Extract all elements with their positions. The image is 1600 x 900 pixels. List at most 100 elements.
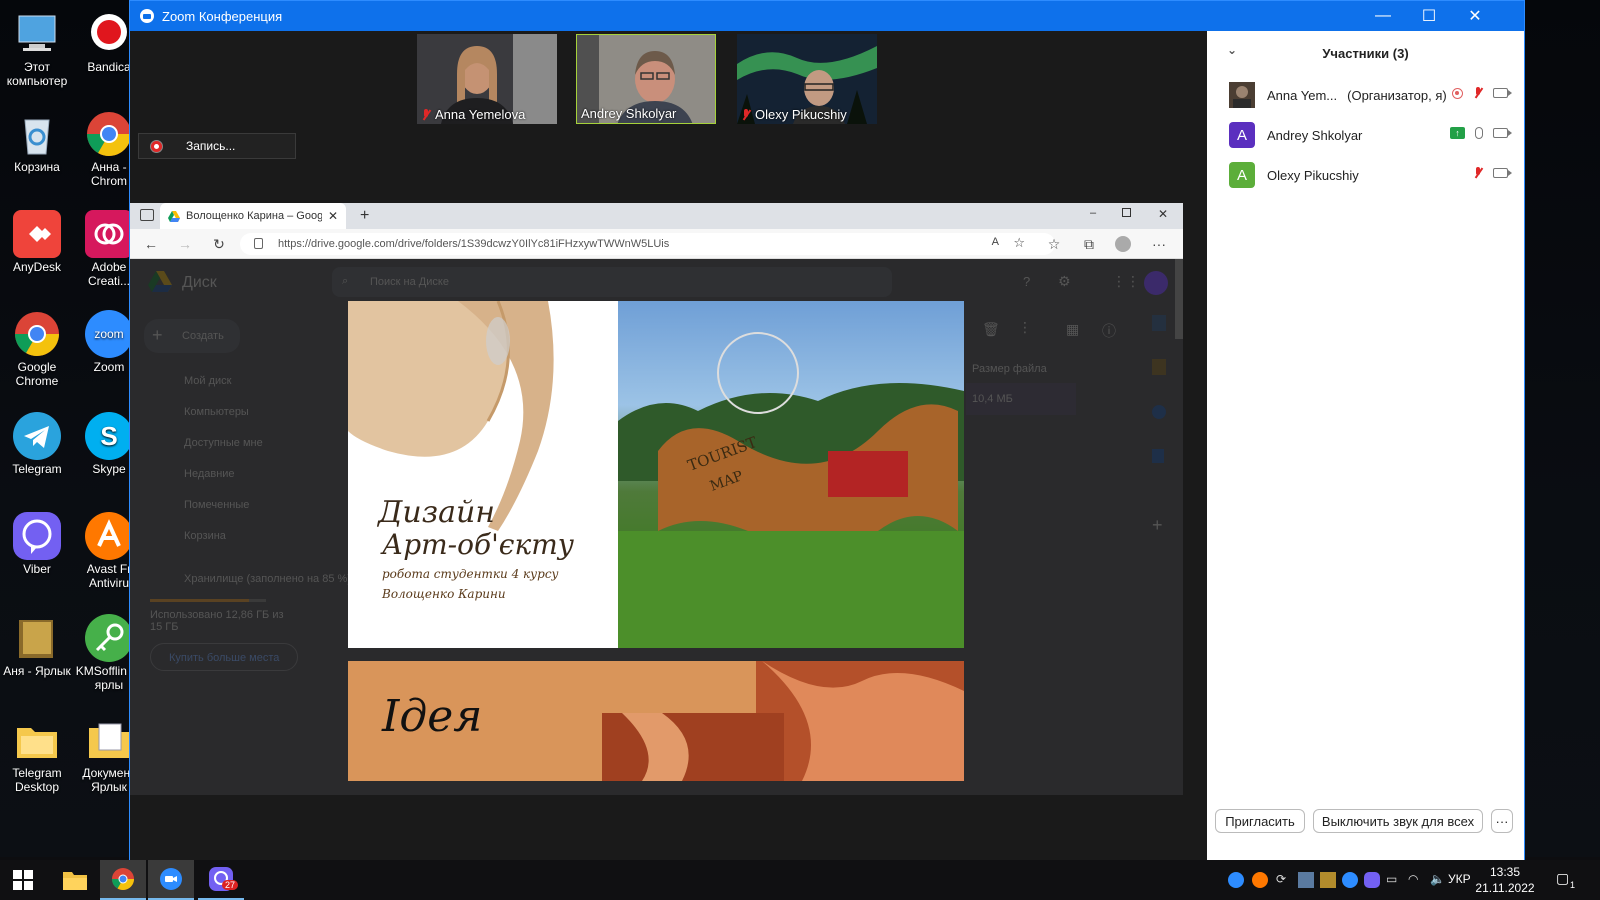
tray-avast-icon[interactable]	[1252, 872, 1268, 888]
buy-storage-button[interactable]: Купить больше места	[150, 643, 298, 671]
nav-my-drive[interactable]: Мой диск	[184, 375, 231, 387]
calendar-side-icon[interactable]	[1152, 315, 1166, 331]
trash-icon[interactable]: 🗑	[982, 321, 1000, 338]
participant-row[interactable]: A Olexy Pikucshiy	[1207, 155, 1524, 195]
drive-app-name: Диск	[182, 274, 217, 291]
desktop-icon-telegram[interactable]: Telegram	[0, 412, 74, 476]
taskbar-viber[interactable]: 27	[198, 860, 244, 900]
avatar: A	[1229, 122, 1255, 148]
new-tab-button[interactable]: +	[360, 207, 369, 225]
selected-file-row[interactable]: 10,4 МБ	[966, 383, 1076, 415]
tray-viber-icon[interactable]	[1364, 872, 1380, 888]
clock[interactable]: 13:35 21.11.2022	[1462, 864, 1548, 896]
battery-icon[interactable]: ▭	[1386, 872, 1402, 888]
participant-row[interactable]: Anna Yem... (Организатор, я)	[1207, 75, 1524, 115]
apps-grid-icon[interactable]: ⋮⋮	[1112, 273, 1140, 290]
forward-icon[interactable]: →	[176, 235, 194, 253]
mute-all-button[interactable]: Выключить звук для всех	[1313, 809, 1483, 833]
tray-app-icon[interactable]	[1298, 872, 1314, 888]
invite-button[interactable]: Пригласить	[1215, 809, 1305, 833]
read-aloud-icon[interactable]: A	[992, 236, 999, 248]
volume-icon[interactable]: 🔈	[1430, 872, 1446, 888]
zoom-title-bar[interactable]: Zoom Конференция — ☐ ✕	[130, 1, 1524, 31]
more-options-button[interactable]: ···	[1491, 809, 1513, 833]
tray-app2-icon[interactable]	[1320, 872, 1336, 888]
nav-shared-with-me[interactable]: Доступные мне	[184, 437, 263, 449]
desktop-icon-telegram-desktop[interactable]: Telegram Desktop	[0, 716, 74, 794]
account-avatar[interactable]	[1144, 271, 1168, 295]
nav-recent[interactable]: Недавние	[184, 468, 235, 480]
contacts-side-icon[interactable]	[1152, 449, 1164, 463]
desktop-icon-anya-shortcut[interactable]: Аня - Ярлык	[0, 614, 74, 678]
video-tile-andrey[interactable]: Andrey Shkolyar	[576, 34, 716, 124]
mic-muted-icon[interactable]	[1473, 167, 1483, 179]
desktop-icon-this-pc[interactable]: Этот компьютер	[0, 10, 74, 88]
settings-icon[interactable]: ⚙	[1058, 273, 1071, 290]
details-info-icon[interactable]: ⓘ	[1102, 321, 1116, 341]
more-menu-icon[interactable]: ···	[1150, 235, 1168, 253]
taskbar-zoom[interactable]	[148, 860, 194, 900]
taskbar-chrome[interactable]	[100, 860, 146, 900]
help-icon[interactable]: ?	[1023, 274, 1030, 289]
chrome-icon	[112, 868, 134, 890]
favorites-bar-icon[interactable]: ☆	[1045, 235, 1063, 253]
browser-tab[interactable]: Волощенко Карина – Google Д ✕	[160, 203, 346, 229]
tab-close-icon[interactable]: ✕	[328, 209, 338, 223]
wifi-icon[interactable]: ◠	[1408, 872, 1424, 888]
page-scrollbar[interactable]	[1175, 259, 1183, 339]
desktop-icon-recycle-bin[interactable]: Корзина	[0, 110, 74, 174]
collections-icon[interactable]: ⧉	[1080, 235, 1098, 253]
nav-starred[interactable]: Помеченные	[184, 499, 249, 511]
reload-icon[interactable]: ↻	[210, 235, 228, 253]
drive-search-field[interactable]: ⌕ Поиск на Диске	[332, 267, 892, 297]
video-tile-anna[interactable]: Anna Yemelova	[417, 34, 557, 124]
slide-idea-title: Ідея	[382, 691, 483, 742]
desktop-icon-google-chrome[interactable]: Google Chrome	[0, 310, 74, 388]
grid-view-icon[interactable]: ▦	[1066, 321, 1079, 338]
action-center-icon[interactable]: ▢	[1556, 870, 1569, 887]
tray-zoom2-icon[interactable]	[1342, 872, 1358, 888]
mic-muted-icon[interactable]	[1473, 87, 1483, 99]
minimize-button[interactable]: —	[1360, 1, 1406, 31]
tab-actions-icon[interactable]	[140, 209, 154, 221]
close-button[interactable]: ✕	[1452, 1, 1498, 31]
start-button[interactable]	[0, 860, 46, 900]
nav-trash[interactable]: Корзина	[184, 530, 226, 542]
recording-indicator[interactable]: Запись...	[138, 133, 296, 159]
back-icon[interactable]: ←	[142, 235, 160, 253]
desktop-icon-viber[interactable]: Viber	[0, 512, 74, 576]
screen-share-icon: ↑	[1450, 127, 1465, 139]
shared-browser-window: Волощенко Карина – Google Д ✕ + – ✕ ← → …	[130, 203, 1183, 795]
browser-minimize-button[interactable]: –	[1090, 207, 1096, 219]
browser-close-button[interactable]: ✕	[1158, 207, 1168, 221]
tray-zoom-icon[interactable]	[1228, 872, 1244, 888]
keep-side-icon[interactable]	[1152, 359, 1166, 375]
storage-label[interactable]: Хранилище (заполнено на 85 %)	[184, 573, 351, 585]
create-button[interactable]: + Создать	[144, 319, 240, 353]
participant-name-label: Olexy Pikucshiy	[741, 107, 847, 122]
video-camera-icon[interactable]	[1493, 128, 1512, 138]
video-camera-icon[interactable]	[1493, 168, 1512, 178]
profile-avatar-icon[interactable]	[1115, 236, 1131, 252]
more-options-icon[interactable]: ⋮	[1018, 319, 1032, 336]
video-camera-icon[interactable]	[1493, 88, 1512, 98]
nav-computers[interactable]: Компьютеры	[184, 406, 249, 418]
participants-header: ⌄ Участники (3)	[1207, 31, 1524, 75]
collapse-chevron-icon[interactable]: ⌄	[1227, 43, 1237, 57]
slide-subtitle-line1: робота студентки 4 курсу	[382, 567, 559, 581]
video-tile-olexy[interactable]: Olexy Pikucshiy	[737, 34, 877, 124]
mic-icon[interactable]	[1475, 127, 1483, 139]
desktop-icon-label: Telegram Desktop	[12, 766, 62, 794]
clock-time: 13:35	[1489, 865, 1521, 879]
tray-sync-icon[interactable]: ⟳	[1276, 872, 1292, 888]
desktop-icon-anydesk[interactable]: AnyDesk	[0, 210, 74, 274]
maximize-button[interactable]: ☐	[1406, 1, 1452, 31]
taskbar-file-explorer[interactable]	[52, 860, 98, 900]
browser-restore-button[interactable]	[1122, 208, 1131, 217]
tasks-side-icon[interactable]	[1152, 405, 1166, 419]
participant-row[interactable]: A Andrey Shkolyar ↑	[1207, 115, 1524, 155]
favorite-icon[interactable]: ☆	[1013, 235, 1025, 251]
url-field[interactable]: https://drive.google.com/drive/folders/1…	[240, 233, 1055, 255]
mic-muted-icon	[421, 108, 431, 121]
add-addon-icon[interactable]: +	[1152, 515, 1163, 536]
